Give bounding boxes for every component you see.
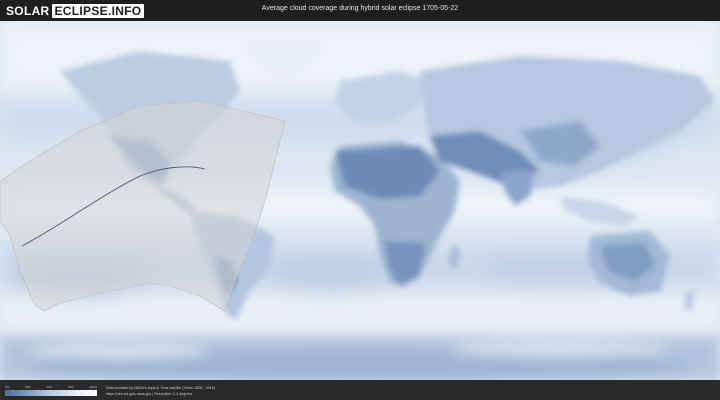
legend-gradient-bar [5,390,97,396]
legend-tick: 75% [67,385,74,389]
cloud-coverage-map [0,21,720,380]
legend-tick: 50% [46,385,53,389]
cloud-coverage-legend: 0% 25% 50% 75% 100% [5,385,97,398]
world-map-svg [0,21,720,380]
credit-line-2[interactable]: https://neo.sci.gsfc.nasa.gov | Resoluti… [106,391,215,397]
legend-tick: 0% [5,385,10,389]
header-bar: SOLAR ECLIPSE.INFO Average cloud coverag… [0,0,720,21]
data-credits: Data provided by NASA's Aqua & Terra sat… [106,385,215,397]
legend-tick: 25% [24,385,31,389]
legend-ticks: 0% 25% 50% 75% 100% [5,385,97,389]
antarctica [0,336,720,380]
legend-tick: 100% [89,385,97,389]
page-title: Average cloud coverage during hybrid sol… [261,5,459,12]
footer-bar: 0% 25% 50% 75% 100% Data provided by NAS… [0,380,720,400]
